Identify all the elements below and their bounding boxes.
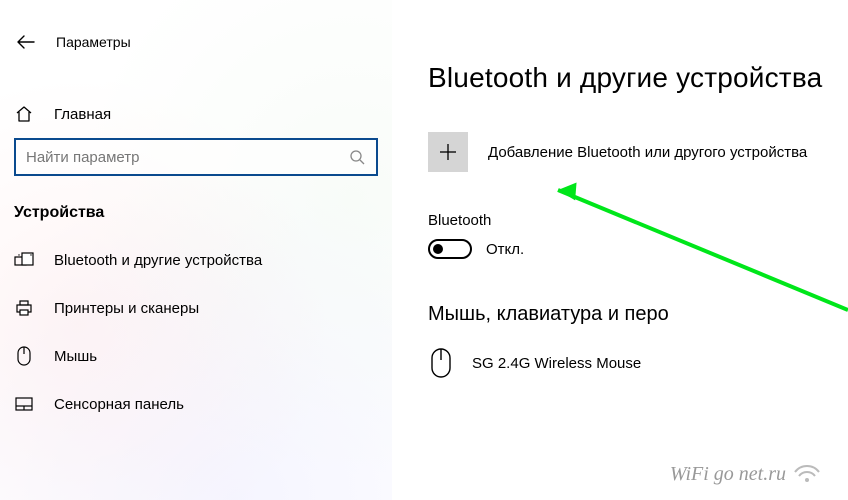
plus-icon	[428, 132, 468, 172]
sidebar-item-touchpad[interactable]: Сенсорная панель	[0, 380, 392, 428]
sidebar-item-bluetooth[interactable]: Bluetooth и другие устройства	[0, 236, 392, 284]
sidebar-section-header: Устройства	[0, 194, 392, 236]
arrow-left-icon	[17, 35, 35, 49]
mouse-icon	[428, 344, 454, 382]
sidebar-item-label: Принтеры и сканеры	[54, 300, 199, 317]
nav-home-label: Главная	[54, 106, 111, 123]
bluetooth-toggle[interactable]	[428, 239, 472, 259]
sidebar-item-mouse[interactable]: Мышь	[0, 332, 392, 380]
page-title: Bluetooth и другие устройства	[428, 62, 848, 94]
sidebar-item-label: Bluetooth и другие устройства	[54, 252, 262, 269]
sidebar: Параметры Главная Устройства Bluetooth и…	[0, 0, 392, 500]
titlebar: Параметры	[0, 22, 392, 62]
device-label: SG 2.4G Wireless Mouse	[472, 355, 641, 372]
bluetooth-toggle-row: Откл.	[428, 239, 848, 259]
watermark: WiFi go net.ru	[670, 458, 822, 486]
search-input[interactable]	[26, 149, 348, 166]
back-button[interactable]	[16, 32, 36, 52]
home-icon	[14, 104, 34, 124]
bluetooth-label: Bluetooth	[428, 212, 848, 229]
add-device-label: Добавление Bluetooth или другого устройс…	[488, 144, 807, 161]
main-content: Bluetooth и другие устройства Добавление…	[392, 0, 848, 500]
touchpad-icon	[14, 394, 34, 414]
nav-home[interactable]: Главная	[0, 90, 392, 138]
search-box[interactable]	[14, 138, 378, 176]
sub-header: Мышь, клавиатура и перо	[428, 303, 848, 326]
sidebar-item-label: Сенсорная панель	[54, 396, 184, 413]
mouse-icon	[14, 346, 34, 366]
app-title: Параметры	[56, 34, 131, 50]
printer-icon	[14, 298, 34, 318]
wifi-icon	[792, 458, 822, 482]
sidebar-item-printers[interactable]: Принтеры и сканеры	[0, 284, 392, 332]
search-row	[0, 138, 392, 176]
search-icon	[348, 148, 366, 166]
devices-icon	[14, 250, 34, 270]
watermark-text: WiFi go net.ru	[670, 463, 786, 486]
device-row[interactable]: SG 2.4G Wireless Mouse	[428, 344, 848, 382]
bluetooth-toggle-state: Откл.	[486, 241, 524, 258]
add-device-button[interactable]: Добавление Bluetooth или другого устройс…	[428, 132, 848, 172]
sidebar-item-label: Мышь	[54, 348, 97, 365]
